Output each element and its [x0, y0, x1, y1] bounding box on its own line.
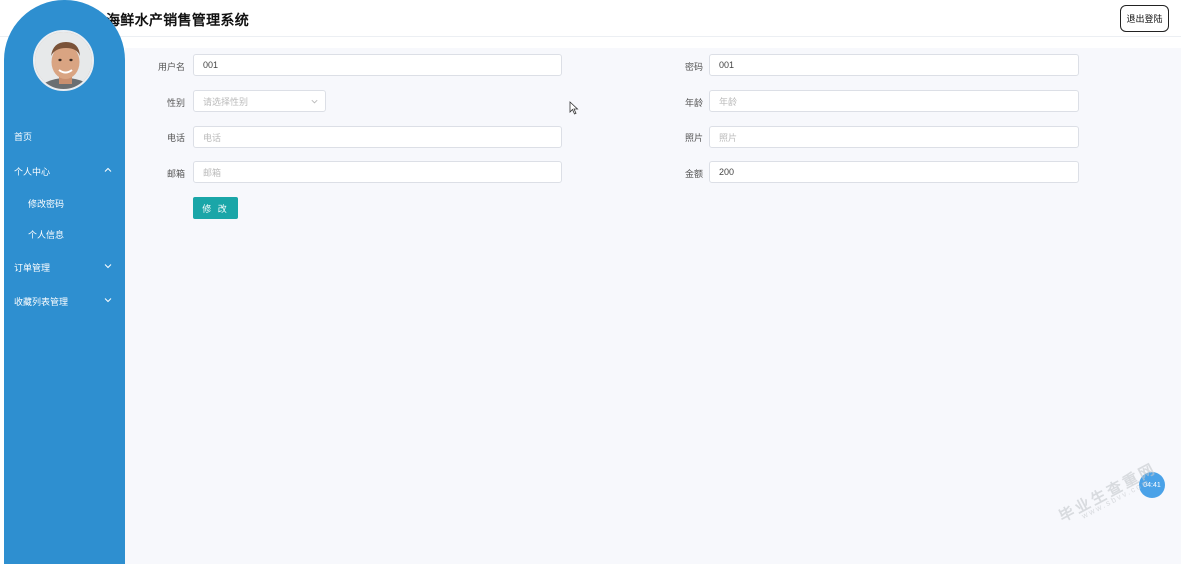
password-label: 密码: [684, 62, 703, 72]
balance-field[interactable]: 200: [709, 161, 1079, 183]
chevron-down-icon: [104, 264, 112, 269]
phone-field[interactable]: 电话: [193, 126, 562, 148]
chevron-down-icon: [311, 99, 318, 104]
username-field[interactable]: 001: [193, 54, 562, 76]
app-title: 海鲜水产销售管理系统: [106, 12, 249, 28]
sidebar-item-personal-info[interactable]: 个人信息: [4, 219, 125, 249]
sidebar-item-label: 个人信息: [28, 229, 65, 240]
sidebar-item-personal-center[interactable]: 个人中心: [4, 156, 125, 186]
mouse-cursor-icon: [569, 101, 579, 115]
update-button[interactable]: 修 改: [193, 197, 238, 219]
sidebar-item-home[interactable]: 首页: [4, 121, 125, 151]
photo-field[interactable]: 照片: [709, 126, 1079, 148]
sidebar-item-label: 个人中心: [14, 166, 51, 177]
sidebar-item-order-management[interactable]: 订单管理: [4, 252, 125, 282]
username-label: 用户名: [157, 62, 185, 72]
sidebar-item-change-password[interactable]: 修改密码: [4, 188, 125, 218]
logout-button[interactable]: 退出登陆: [1120, 5, 1169, 32]
main-content: 用户名 001 密码 001 性别 请选择性别 年龄 年龄 电话 电话 照片 照…: [125, 48, 1181, 564]
sidebar-item-label: 收藏列表管理: [14, 296, 69, 307]
email-label: 邮箱: [166, 169, 185, 179]
avatar: [33, 30, 94, 91]
sidebar: 首页 个人中心 修改密码 个人信息 订单管理 收藏列表管理: [4, 0, 125, 564]
chevron-up-icon: [104, 167, 112, 172]
photo-label: 照片: [684, 133, 703, 143]
balance-label: 金额: [684, 169, 703, 179]
gender-label: 性别: [166, 98, 185, 108]
password-field[interactable]: 001: [709, 54, 1079, 76]
email-field[interactable]: 邮箱: [193, 161, 562, 183]
gender-select-placeholder: 请选择性别: [203, 96, 249, 107]
top-bar: 海鲜水产销售管理系统 退出登陆: [0, 0, 1181, 37]
sidebar-item-label: 首页: [14, 131, 33, 142]
gender-select[interactable]: 请选择性别: [193, 90, 326, 112]
sidebar-item-label: 修改密码: [28, 198, 65, 209]
chevron-down-icon: [104, 298, 112, 303]
sidebar-item-label: 订单管理: [14, 262, 51, 273]
phone-label: 电话: [166, 133, 185, 143]
avatar-image: [35, 32, 92, 89]
sidebar-item-favorites-management[interactable]: 收藏列表管理: [4, 286, 125, 316]
age-field[interactable]: 年龄: [709, 90, 1079, 112]
age-label: 年龄: [684, 98, 703, 108]
